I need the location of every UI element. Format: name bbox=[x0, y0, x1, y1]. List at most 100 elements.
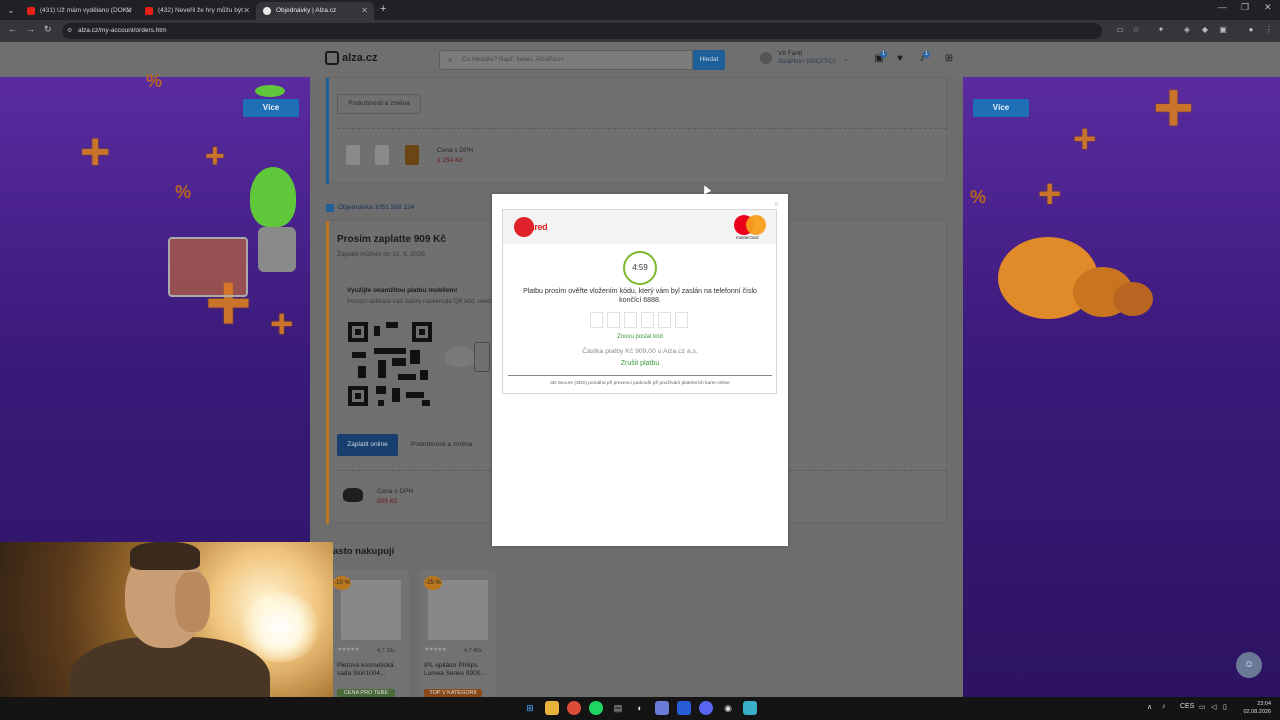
profile-avatar-icon[interactable]: ● bbox=[1246, 25, 1256, 35]
chevron-down-icon[interactable]: ⌄ bbox=[843, 55, 849, 63]
extension-icon[interactable]: ▣ bbox=[1218, 25, 1228, 35]
previous-order-card bbox=[325, 77, 947, 184]
order-accent-bar bbox=[326, 78, 329, 184]
url-input[interactable]: ⚙ alza.cz/my-account/orders.htm bbox=[62, 23, 1102, 39]
browser-tab-1[interactable]: (431) Už mám vydělano (DOKU ✕ bbox=[20, 2, 138, 20]
phone-illustration bbox=[474, 342, 490, 372]
back-icon[interactable]: ← bbox=[8, 24, 17, 34]
code-digit-input[interactable] bbox=[590, 312, 603, 328]
percent-decoration: % bbox=[146, 71, 163, 91]
search-button[interactable]: Hledat bbox=[693, 50, 725, 70]
alien-mascot-icon bbox=[250, 167, 296, 227]
plus-decoration: + bbox=[1038, 172, 1062, 216]
steam-icon[interactable]: ◐ bbox=[633, 701, 647, 715]
chrome-icon[interactable] bbox=[567, 701, 581, 715]
window-close-icon[interactable]: ✕ bbox=[1264, 2, 1272, 13]
code-digit-input[interactable] bbox=[675, 312, 688, 328]
user-membership: AlzaPlus+ (ISIC/ITIC) bbox=[778, 59, 836, 65]
restore-icon[interactable]: ❐ bbox=[1241, 2, 1249, 13]
browser-menu-icon[interactable]: ⋮ bbox=[1264, 25, 1274, 35]
resend-code-link[interactable]: Znovu poslat kód bbox=[512, 334, 768, 340]
youtube-icon bbox=[145, 7, 153, 15]
volume-icon[interactable]: ◁ bbox=[1211, 703, 1216, 711]
rating-stars-icon: ★★★★★ bbox=[424, 647, 447, 653]
alza-logo-icon bbox=[325, 51, 339, 65]
cancel-payment-link[interactable]: Zrušit platbu bbox=[512, 360, 768, 367]
site-info-icon[interactable]: ⚙ bbox=[67, 23, 72, 39]
order-checkbox[interactable] bbox=[326, 204, 334, 212]
product-card[interactable]: -25 % ★★★★★ 4,7 40x IPL epilátor Philips… bbox=[420, 570, 496, 698]
countdown-timer: 4:59 bbox=[623, 251, 657, 285]
youtube-icon bbox=[27, 7, 35, 15]
modal-close-icon[interactable]: × bbox=[774, 200, 779, 209]
app-icon[interactable] bbox=[677, 701, 691, 715]
code-digit-input[interactable] bbox=[641, 312, 654, 328]
extensions-icon[interactable]: ✦ bbox=[1156, 25, 1166, 35]
spotify-icon[interactable] bbox=[589, 701, 603, 715]
browser-tab-bar: ⌄ (431) Už mám vydělano (DOKU ✕ (432) Ne… bbox=[0, 0, 1280, 20]
3ds-note: 3D-Secure (3DS) pomáhá při prevenci podv… bbox=[550, 381, 730, 386]
file-explorer-icon[interactable] bbox=[545, 701, 559, 715]
chat-help-button[interactable]: ☺ bbox=[1236, 652, 1262, 678]
plus-decoration: + bbox=[80, 123, 111, 181]
code-digit-input[interactable] bbox=[624, 312, 637, 328]
clock-date: 02.08.2026 bbox=[1243, 709, 1271, 715]
browser-tab-2[interactable]: (432) Neveřil že hry můžu být ✕ bbox=[138, 2, 256, 20]
extension-icon[interactable]: ◈ bbox=[1182, 25, 1192, 35]
right-more-button[interactable]: Více bbox=[973, 99, 1029, 117]
pay-title: Prosím zaplatte 909 Kč bbox=[337, 234, 446, 245]
tab-close-icon[interactable]: ✕ bbox=[125, 2, 132, 20]
left-more-button[interactable]: Více bbox=[243, 99, 299, 117]
edenred-logo: edenred bbox=[514, 217, 550, 237]
battery-icon[interactable]: ▯ bbox=[1223, 703, 1227, 711]
discount-badge: -25 % bbox=[424, 576, 442, 590]
qr-code bbox=[348, 322, 432, 406]
extension-icon[interactable]: ◆ bbox=[1200, 25, 1210, 35]
tab-close-icon[interactable]: ✕ bbox=[361, 2, 368, 20]
address-bar-row: ← → ↻ ⚙ alza.cz/my-account/orders.htm ▭ … bbox=[0, 20, 1280, 42]
payment-amount: Částka platby Kč 909,00 u Alza.cz a.s. bbox=[582, 348, 698, 355]
language-indicator[interactable]: CES bbox=[1180, 703, 1194, 710]
windows-start-icon[interactable]: ⊞ bbox=[523, 701, 537, 715]
discord-icon[interactable] bbox=[699, 701, 713, 715]
browser-tab-3[interactable]: Objednávky | Alza.cz ✕ bbox=[256, 2, 374, 20]
mobile-pay-desc: Pomocí aplikace vaší banky naskenujte QR… bbox=[347, 299, 501, 305]
tab-label: Objednávky | Alza.cz bbox=[276, 7, 337, 14]
order-price: 1 254 Kč bbox=[437, 157, 463, 164]
new-tab-icon[interactable]: + bbox=[380, 3, 386, 16]
tab-close-icon[interactable]: ✕ bbox=[243, 2, 250, 20]
right-promo-banner[interactable]: + + + % bbox=[963, 68, 1280, 697]
install-icon[interactable]: ▭ bbox=[1115, 25, 1125, 35]
network-icon[interactable]: ▭ bbox=[1199, 703, 1206, 711]
microphone-icon[interactable]: ♪ bbox=[1162, 703, 1166, 710]
alza-logo[interactable]: alza.cz bbox=[325, 51, 377, 65]
search-icon: ⌕ bbox=[448, 55, 453, 64]
product-card[interactable]: -10 % ★★★★★ 4,7 29x Pleťová kosmetická s… bbox=[333, 570, 409, 698]
forward-icon[interactable]: → bbox=[26, 24, 35, 34]
pay-online-button[interactable]: Zaplatit online bbox=[337, 434, 398, 456]
mastercard-orange-circle bbox=[746, 215, 766, 235]
minimize-icon[interactable]: — bbox=[1218, 2, 1227, 12]
notepad-icon[interactable] bbox=[743, 701, 757, 715]
order-details-link[interactable]: Podrobnosti a změna bbox=[411, 441, 472, 448]
bookmark-star-icon[interactable]: ☆ bbox=[1131, 25, 1141, 35]
tray-expand-icon[interactable]: ∧ bbox=[1147, 703, 1152, 711]
reload-icon[interactable]: ↻ bbox=[44, 24, 52, 35]
heart-icon[interactable]: ♥ bbox=[894, 53, 906, 65]
code-digit-input[interactable] bbox=[658, 312, 671, 328]
clock[interactable]: 23:04 02.08.2026 bbox=[1237, 700, 1271, 716]
clock-time: 23:04 bbox=[1257, 701, 1271, 707]
rating-value: 4,7 40x bbox=[464, 648, 483, 654]
obs-icon[interactable]: ◉ bbox=[721, 701, 735, 715]
app-icon[interactable]: ▤ bbox=[611, 701, 625, 715]
code-digit-input[interactable] bbox=[607, 312, 620, 328]
search-input[interactable]: Co hledáte? Např. kabel, AlzaPlus+ bbox=[439, 50, 693, 70]
user-avatar-icon bbox=[760, 52, 772, 64]
app-icon[interactable] bbox=[655, 701, 669, 715]
previous-order-details-button[interactable]: Podrobnosti a změna bbox=[337, 94, 421, 114]
order-accent-bar bbox=[326, 221, 329, 524]
person-hand bbox=[175, 572, 210, 632]
order-number[interactable]: Objednávka 1051 588 134 bbox=[338, 204, 414, 211]
tab-search-icon[interactable]: ⌄ bbox=[4, 3, 18, 17]
cart-icon[interactable]: ⊞ bbox=[943, 53, 955, 65]
